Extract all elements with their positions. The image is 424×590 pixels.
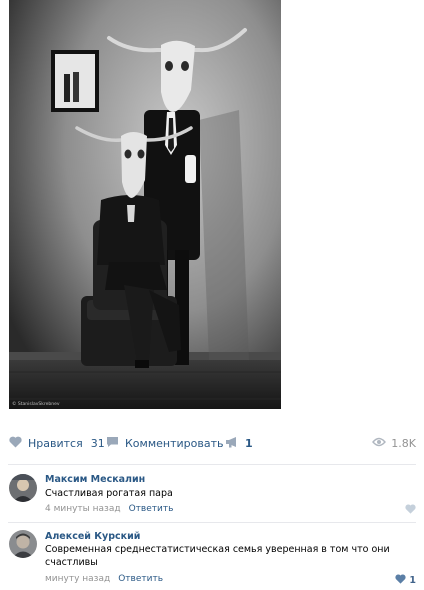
megaphone-icon (225, 436, 239, 451)
like-button[interactable]: Нравится 31 (9, 428, 105, 458)
eye-icon (372, 437, 387, 450)
comment-button[interactable]: Комментировать (106, 428, 223, 458)
views-count: 1.8K (391, 436, 416, 450)
share-count: 1 (245, 436, 253, 450)
comment-time[interactable]: минуту назад (45, 574, 110, 584)
comment-like-button[interactable]: 1 (395, 574, 416, 587)
share-button[interactable]: 1 (225, 428, 253, 458)
comment-meta: минуту назад Ответить (45, 574, 163, 584)
comment-time[interactable]: 4 минуты назад (45, 504, 121, 514)
comment-text: Современная среднестатистическая семья у… (45, 544, 390, 568)
comment-text: Счастливая рогатая пара (45, 488, 173, 499)
photo-watermark: © StanislavSkrebnev (12, 400, 60, 407)
post-photo[interactable]: © StanislavSkrebnev (9, 0, 281, 409)
post-action-bar: Нравится 31 Комментировать 1 1.8K (0, 428, 424, 458)
like-label: Нравится (28, 436, 83, 450)
avatar[interactable] (9, 474, 37, 502)
views-counter: 1.8K (372, 428, 416, 458)
heart-icon (9, 436, 22, 451)
comment-like-button[interactable] (405, 504, 416, 517)
heart-icon (405, 504, 416, 517)
comment-author[interactable]: Максим Мескалин (45, 474, 145, 485)
comment-item: Максим Мескалин Счастливая рогатая пара … (0, 464, 424, 524)
comment-item: Алексей Курский Современная среднестатис… (0, 522, 424, 590)
comment-like-count: 1 (409, 575, 416, 586)
like-count: 31 (90, 436, 105, 450)
comment-meta: 4 минуты назад Ответить (45, 504, 173, 514)
reply-button[interactable]: Ответить (118, 574, 163, 584)
avatar[interactable] (9, 530, 37, 558)
reply-button[interactable]: Ответить (129, 504, 174, 514)
comment-author[interactable]: Алексей Курский (45, 531, 140, 542)
comment-label: Комментировать (125, 436, 224, 450)
comment-icon (106, 436, 119, 451)
heart-icon (395, 574, 406, 587)
